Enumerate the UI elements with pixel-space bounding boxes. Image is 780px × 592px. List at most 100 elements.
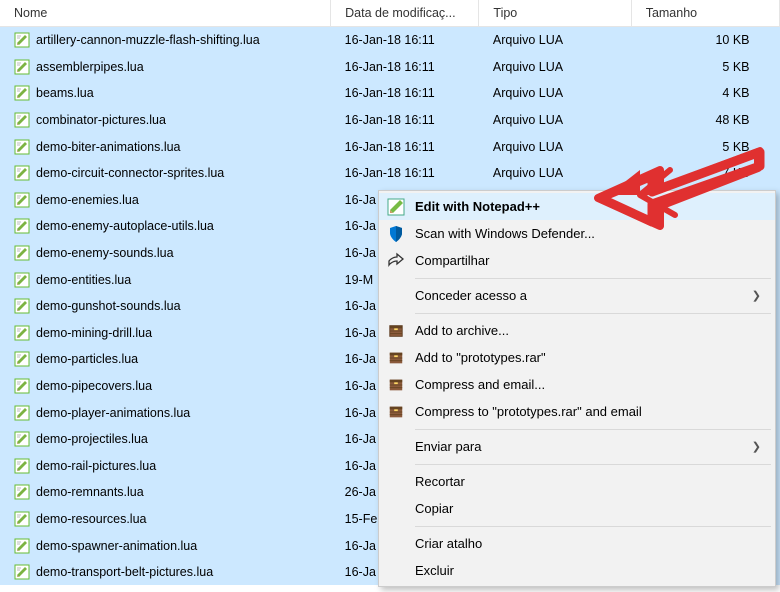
lua-file-icon [14,218,30,234]
file-name: demo-mining-drill.lua [36,326,152,340]
lua-file-icon [14,245,30,261]
lua-file-icon [14,405,30,421]
column-header-nome[interactable]: Nome [0,0,331,27]
file-date: 16-Jan-18 16:11 [331,133,479,160]
table-row[interactable]: combinator-pictures.lua 16-Jan-18 16:11Ar… [0,107,780,134]
file-name: beams.lua [36,86,94,100]
menu-add-to-rar[interactable]: Add to "prototypes.rar" [379,344,775,371]
file-name: demo-player-animations.lua [36,406,190,420]
archive-icon [387,376,405,394]
lua-file-icon [14,139,30,155]
menu-separator [415,526,771,527]
file-date: 16-Jan-18 16:11 [331,27,479,54]
menu-label: Compress to "prototypes.rar" and email [415,404,761,419]
column-header-size[interactable]: Tamanho [631,0,779,27]
menu-copiar[interactable]: Copiar [379,495,775,522]
file-name: demo-enemies.lua [36,193,139,207]
blank-icon [387,562,405,580]
menu-label: Copiar [415,501,761,516]
menu-conceder-acesso[interactable]: Conceder acesso a ❯ [379,282,775,309]
menu-separator [415,429,771,430]
archive-icon [387,349,405,367]
shield-icon [387,225,405,243]
lua-file-icon [14,484,30,500]
file-name: demo-enemy-autoplace-utils.lua [36,219,214,233]
lua-file-icon [14,351,30,367]
file-name: demo-gunshot-sounds.lua [36,299,181,313]
lua-file-icon [14,325,30,341]
file-size: 5 KB [631,54,779,81]
menu-criar-atalho[interactable]: Criar atalho [379,530,775,557]
menu-add-archive[interactable]: Add to archive... [379,317,775,344]
notepad-icon [387,198,405,216]
lua-file-icon [14,458,30,474]
table-row[interactable]: artillery-cannon-muzzle-flash-shifting.l… [0,27,780,54]
menu-edit-notepad[interactable]: Edit with Notepad++ [379,193,775,220]
file-size: 48 KB [631,107,779,134]
file-name: combinator-pictures.lua [36,113,166,127]
lua-file-icon [14,431,30,447]
menu-label: Compress and email... [415,377,761,392]
blank-icon [387,473,405,491]
context-menu: Edit with Notepad++ Scan with Windows De… [378,190,776,587]
file-type: Arquivo LUA [479,133,631,160]
menu-compartilhar[interactable]: Compartilhar [379,247,775,274]
table-row[interactable]: demo-circuit-connector-sprites.lua16-Jan… [0,160,780,187]
blank-icon [387,287,405,305]
menu-compress-to-email[interactable]: Compress to "prototypes.rar" and email [379,398,775,425]
file-name: demo-pipecovers.lua [36,379,152,393]
file-type: Arquivo LUA [479,107,631,134]
column-header-tipo[interactable]: Tipo [479,0,631,27]
lua-file-icon [14,511,30,527]
file-name: demo-transport-belt-pictures.lua [36,565,213,579]
menu-recortar[interactable]: Recortar [379,468,775,495]
lua-file-icon [14,272,30,288]
menu-enviar-para[interactable]: Enviar para ❯ [379,433,775,460]
lua-file-icon [14,112,30,128]
share-icon [387,252,405,270]
table-row[interactable]: beams.lua 16-Jan-18 16:11Arquivo LUA4 KB [0,80,780,107]
lua-file-icon [14,298,30,314]
menu-separator [415,464,771,465]
file-name: demo-remnants.lua [36,485,144,499]
file-name: demo-spawner-animation.lua [36,539,197,553]
file-name: demo-biter-animations.lua [36,140,181,154]
menu-separator [415,313,771,314]
menu-compress-email[interactable]: Compress and email... [379,371,775,398]
menu-scan-defender[interactable]: Scan with Windows Defender... [379,220,775,247]
chevron-right-icon: ❯ [752,440,761,453]
file-name: demo-rail-pictures.lua [36,459,156,473]
file-name: demo-entities.lua [36,273,131,287]
column-header-row: Nome Data de modificaç... Tipo Tamanho [0,0,780,27]
lua-file-icon [14,538,30,554]
menu-label: Enviar para [415,439,742,454]
chevron-right-icon: ❯ [752,289,761,302]
lua-file-icon [14,59,30,75]
menu-label: Scan with Windows Defender... [415,226,761,241]
file-name: demo-resources.lua [36,512,146,526]
lua-file-icon [14,85,30,101]
table-row[interactable]: demo-biter-animations.lua 16-Jan-18 16:11… [0,133,780,160]
table-row[interactable]: assemblerpipes.lua 16-Jan-18 16:11Arquivo… [0,54,780,81]
column-header-date[interactable]: Data de modificaç... [331,0,479,27]
archive-icon [387,322,405,340]
file-name: demo-projectiles.lua [36,432,148,446]
file-size: 4 KB [631,80,779,107]
menu-label: Recortar [415,474,761,489]
lua-file-icon [14,165,30,181]
file-type: Arquivo LUA [479,80,631,107]
menu-label: Compartilhar [415,253,761,268]
file-date: 16-Jan-18 16:11 [331,80,479,107]
menu-label: Excluir [415,563,761,578]
file-size: 7 KB [631,160,779,187]
menu-excluir[interactable]: Excluir [379,557,775,584]
file-date: 16-Jan-18 16:11 [331,54,479,81]
lua-file-icon [14,564,30,580]
menu-label: Criar atalho [415,536,761,551]
file-name: assemblerpipes.lua [36,60,144,74]
file-name: demo-circuit-connector-sprites.lua [36,166,224,180]
file-date: 16-Jan-18 16:11 [331,107,479,134]
file-size: 5 KB [631,133,779,160]
file-type: Arquivo LUA [479,54,631,81]
menu-label: Add to "prototypes.rar" [415,350,761,365]
